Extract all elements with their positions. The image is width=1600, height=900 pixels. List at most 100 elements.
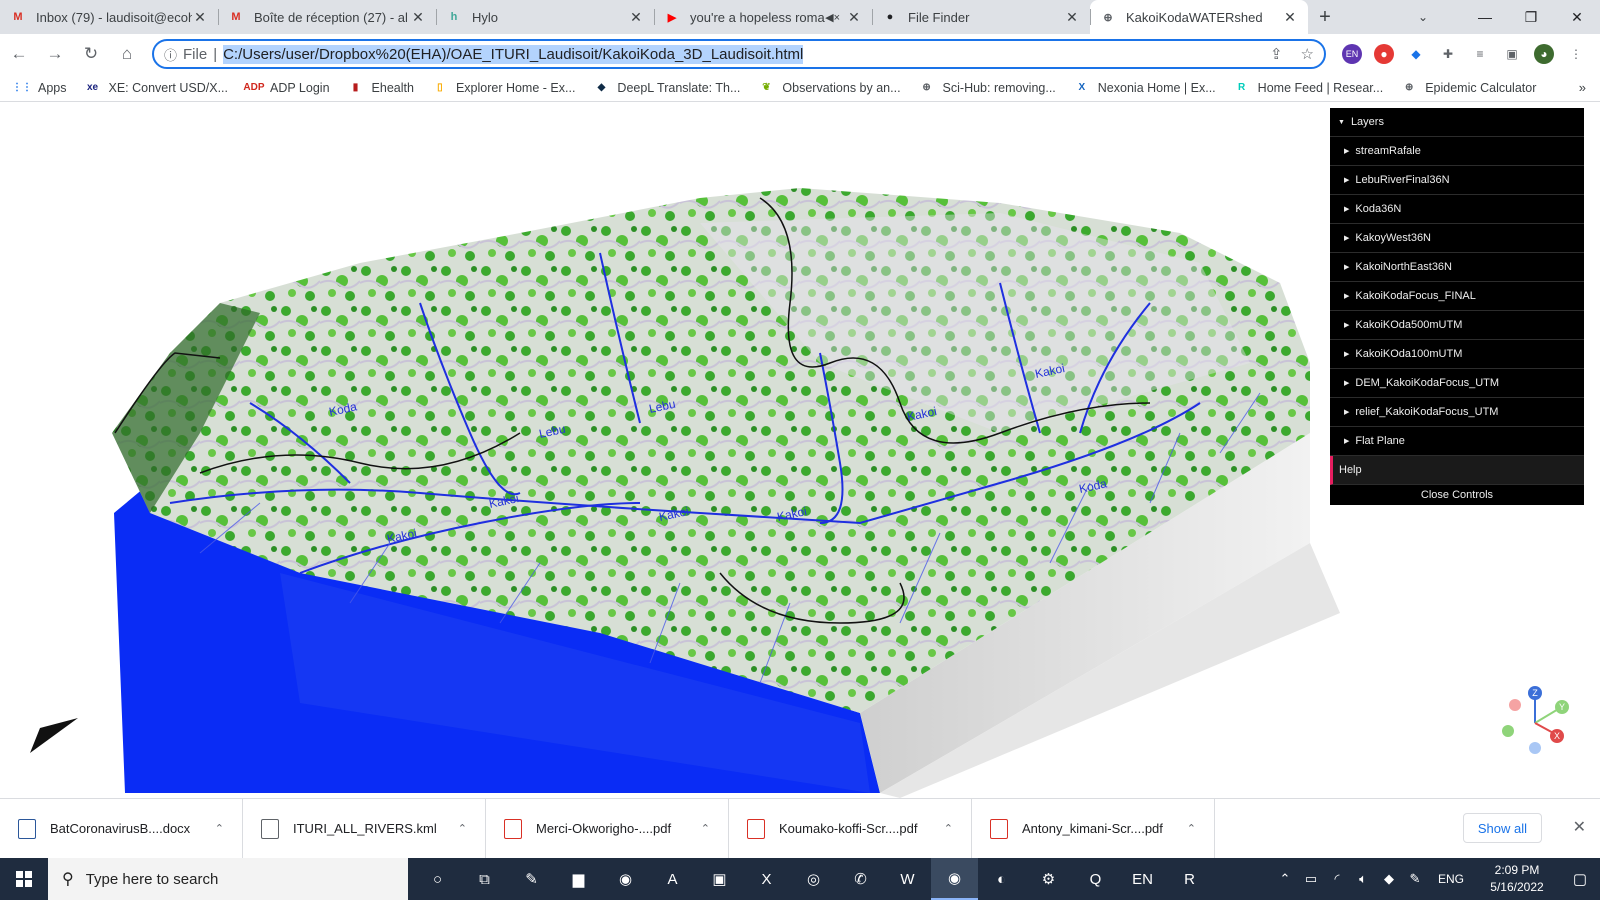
battery-icon[interactable]: ▭: [1298, 871, 1324, 887]
volume-icon[interactable]: 🔈︎: [1350, 871, 1376, 887]
share-icon[interactable]: ⇪: [1270, 45, 1283, 63]
download-item-0[interactable]: BatCoronavirusB....docx ⌃: [0, 798, 243, 859]
chevron-up-icon[interactable]: ⌃: [944, 822, 953, 835]
profile-avatar[interactable]: ◕: [1534, 44, 1554, 64]
chevron-up-icon[interactable]: ⌃: [701, 822, 710, 835]
layer-folder-0[interactable]: ▶ streamRafale: [1330, 137, 1584, 166]
acrobat-icon[interactable]: A: [649, 858, 696, 900]
download-item-3[interactable]: Koumako-koffi-Scr....pdf ⌃: [729, 798, 972, 859]
dropbox-icon[interactable]: ◆: [1376, 871, 1402, 887]
close-downloads-icon[interactable]: ✕: [1573, 817, 1586, 837]
bookmark-1[interactable]: xe XE: Convert USD/X...: [85, 80, 228, 96]
layer-folder-5[interactable]: ▶ KakoiKodaFocus_FINAL: [1330, 282, 1584, 311]
close-tab-icon[interactable]: ✕: [628, 9, 644, 26]
chevron-up-icon[interactable]: ⌃: [1187, 822, 1196, 835]
tab-2[interactable]: h Hylo ✕: [436, 0, 654, 34]
close-tab-icon[interactable]: ✕: [410, 9, 426, 26]
close-tab-icon[interactable]: ✕: [846, 9, 862, 26]
chevron-up-icon[interactable]: ⌃: [1272, 871, 1298, 887]
language-indicator[interactable]: ENG: [1438, 872, 1464, 886]
tab-0[interactable]: M Inbox (79) - laudisoit@ecoh ✕: [0, 0, 218, 34]
word-icon[interactable]: W: [884, 858, 931, 900]
axes-gizmo[interactable]: Z Y X: [1495, 683, 1575, 763]
menu-icon[interactable]: ⋮: [1566, 44, 1586, 64]
minimize-button[interactable]: —: [1462, 0, 1508, 34]
reading-list-icon[interactable]: ≡: [1470, 44, 1490, 64]
start-button[interactable]: [0, 858, 48, 900]
layers-folder-header[interactable]: ▼ Layers: [1330, 108, 1584, 137]
tab-4[interactable]: ● File Finder ✕: [872, 0, 1090, 34]
info-icon[interactable]: ⓘ: [164, 45, 177, 64]
show-all-button[interactable]: Show all: [1462, 813, 1542, 843]
home-button[interactable]: ⌂: [110, 37, 144, 71]
bookmark-6[interactable]: ❦ Observations by an...: [758, 80, 900, 96]
bookmark-7[interactable]: ⊕ Sci-Hub: removing...: [919, 80, 1055, 96]
chrome-active-icon[interactable]: ◉: [931, 858, 978, 900]
bookmark-3[interactable]: ▮ Ehealth: [348, 80, 414, 96]
tab-5[interactable]: ⊕ KakoiKodaWATERshed ✕: [1090, 0, 1308, 34]
translate-extension-icon[interactable]: EN: [1342, 44, 1362, 64]
excel-icon[interactable]: X: [743, 858, 790, 900]
bookmarks-overflow-icon[interactable]: »: [1579, 80, 1586, 95]
layer-folder-7[interactable]: ▶ KakoiKOda100mUTM: [1330, 340, 1584, 369]
qgis-icon[interactable]: Q: [1072, 858, 1119, 900]
help-button[interactable]: Help: [1330, 456, 1584, 485]
bookmark-8[interactable]: X Nexonia Home | Ex...: [1074, 80, 1215, 96]
cortana-icon[interactable]: ○: [414, 858, 461, 900]
url-text[interactable]: C:/Users/user/Dropbox%20(EHA)/OAE_ITURI_…: [223, 44, 804, 64]
close-tab-icon[interactable]: ✕: [1064, 9, 1080, 26]
whatsapp-icon[interactable]: ✆: [837, 858, 884, 900]
download-item-1[interactable]: ITURI_ALL_RIVERS.kml ⌃: [243, 798, 486, 859]
side-panel-icon[interactable]: ▣: [1502, 44, 1522, 64]
chrome-icon[interactable]: ◉: [602, 858, 649, 900]
photos-icon[interactable]: ▣: [696, 858, 743, 900]
speaker-muted-icon[interactable]: ◀×: [825, 11, 840, 24]
notepad-icon[interactable]: ✎: [508, 858, 555, 900]
tab-3[interactable]: ▶ you're a hopeless roma ◀× ✕: [654, 0, 872, 34]
chevron-up-icon[interactable]: ⌃: [215, 822, 224, 835]
back-button[interactable]: ←: [2, 37, 36, 71]
threejs-viewport[interactable]: Koda Lebu Lebu Kakoi Kakoi Kakoi Kakoi Kakoi Kak…: [0, 103, 1600, 798]
file-explorer-icon[interactable]: ▆: [555, 858, 602, 900]
app-icon[interactable]: ◎: [790, 858, 837, 900]
bookmark-10[interactable]: ⊕ Epidemic Calculator: [1401, 80, 1536, 96]
layer-folder-10[interactable]: ▶ Flat Plane: [1330, 427, 1584, 456]
layer-folder-2[interactable]: ▶ Koda36N: [1330, 195, 1584, 224]
pen-icon[interactable]: ✎: [1402, 871, 1428, 887]
layer-folder-4[interactable]: ▶ KakoiNorthEast36N: [1330, 253, 1584, 282]
download-item-4[interactable]: Antony_kimani-Scr....pdf ⌃: [972, 798, 1215, 859]
layer-folder-3[interactable]: ▶ KakoyWest36N: [1330, 224, 1584, 253]
layer-folder-6[interactable]: ▶ KakoiKOda500mUTM: [1330, 311, 1584, 340]
close-window-button[interactable]: ✕: [1554, 0, 1600, 34]
extension-icon[interactable]: ◆: [1406, 44, 1426, 64]
bookmark-5[interactable]: ◆ DeepL Translate: Th...: [593, 80, 741, 96]
tab-1[interactable]: M Boîte de réception (27) - al ✕: [218, 0, 436, 34]
notifications-icon[interactable]: ▢: [1560, 870, 1600, 888]
clock[interactable]: 2:09 PM 5/16/2022: [1474, 862, 1560, 896]
adblock-extension-icon[interactable]: ●: [1374, 44, 1394, 64]
bookmark-2[interactable]: ADP ADP Login: [243, 80, 329, 96]
layer-folder-8[interactable]: ▶ DEM_KakoiKodaFocus_UTM: [1330, 369, 1584, 398]
download-item-2[interactable]: Merci-Okworigho-....pdf ⌃: [486, 798, 729, 859]
layer-folder-9[interactable]: ▶ relief_KakoiKodaFocus_UTM: [1330, 398, 1584, 427]
settings-icon[interactable]: ⚙: [1025, 858, 1072, 900]
layer-folder-1[interactable]: ▶ LebuRiverFinal36N: [1330, 166, 1584, 195]
bookmark-star-icon[interactable]: ☆: [1301, 45, 1314, 63]
close-tab-icon[interactable]: ✕: [192, 9, 208, 26]
address-bar[interactable]: ⓘ File | C:/Users/user/Dropbox%20(EHA)/O…: [152, 39, 1326, 69]
reload-button[interactable]: ↻: [74, 37, 108, 71]
keyboard-en-icon[interactable]: EN: [1119, 858, 1166, 900]
forward-button[interactable]: →: [38, 37, 72, 71]
close-controls-button[interactable]: Close Controls: [1330, 485, 1584, 505]
wifi-icon[interactable]: ◜: [1324, 871, 1350, 887]
puzzle-extensions-icon[interactable]: ✚: [1438, 44, 1458, 64]
task-view-icon[interactable]: ⧉: [461, 858, 508, 900]
close-tab-icon[interactable]: ✕: [1282, 9, 1298, 26]
tab-search-icon[interactable]: ⌄: [1406, 0, 1440, 34]
bookmark-0[interactable]: ⋮⋮ Apps: [12, 80, 67, 96]
bookmark-9[interactable]: R Home Feed | Resear...: [1234, 80, 1383, 96]
new-tab-button[interactable]: +: [1308, 0, 1342, 34]
taskbar-search-box[interactable]: ⚲ Type here to search: [48, 858, 408, 900]
bookmark-4[interactable]: ▯ Explorer Home - Ex...: [432, 80, 575, 96]
restore-button[interactable]: ❐: [1508, 0, 1554, 34]
